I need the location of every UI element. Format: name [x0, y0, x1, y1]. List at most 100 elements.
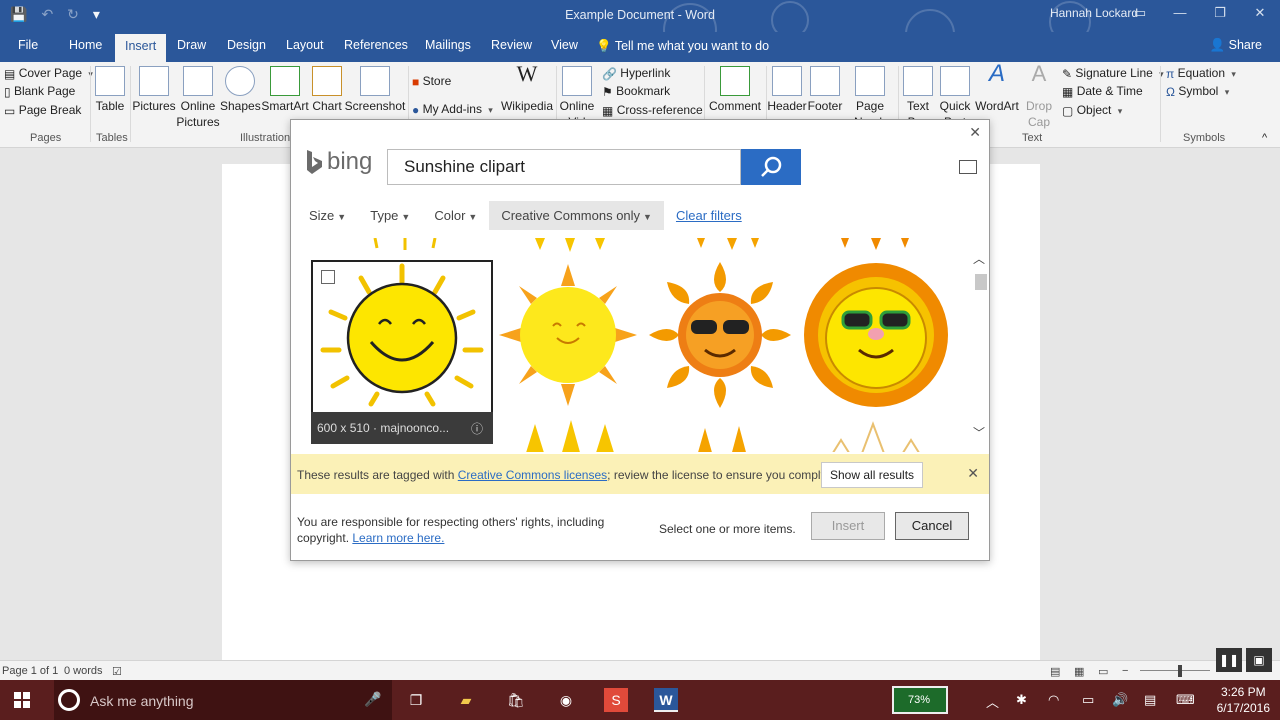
smartart-button[interactable]: SmartArt — [260, 66, 310, 114]
zoom-slider[interactable] — [1140, 670, 1210, 671]
cancel-button[interactable]: Cancel — [895, 512, 969, 540]
word-app-icon[interactable]: W — [654, 688, 678, 712]
scroll-up-icon[interactable]: ︿ — [973, 250, 985, 267]
result-thumbnail[interactable] — [315, 238, 489, 254]
filter-color[interactable]: Color ▼ — [434, 208, 477, 223]
date-time-button[interactable]: ▦ Date & Time — [1062, 84, 1143, 99]
dismiss-notice-icon[interactable]: ✕ — [967, 465, 979, 482]
blank-page-button[interactable]: ▯ Blank Page — [4, 84, 75, 99]
cross-reference-button[interactable]: ▦ Cross-reference — [602, 103, 703, 118]
search-input[interactable]: Sunshine clipart — [387, 149, 741, 185]
dialog-close-icon[interactable]: ✕ — [969, 124, 981, 141]
result-thumbnail[interactable] — [495, 260, 641, 410]
filter-size[interactable]: Size ▼ — [309, 208, 346, 223]
tab-references[interactable]: References — [344, 38, 408, 52]
comment-button[interactable]: Comment — [706, 66, 764, 114]
volume-icon[interactable]: 🔊 — [1112, 692, 1128, 708]
scroll-down-icon[interactable]: ﹀ — [973, 424, 985, 441]
zoom-slider-thumb[interactable] — [1178, 665, 1182, 677]
clear-filters-link[interactable]: Clear filters — [676, 208, 742, 223]
ribbon-options-icon[interactable]: ▭ — [1120, 0, 1160, 28]
scrollbar-thumb[interactable] — [975, 274, 987, 290]
store-button[interactable]: ■ Store — [412, 74, 451, 89]
tab-draw[interactable]: Draw — [177, 38, 206, 52]
battery-indicator[interactable]: 73% — [892, 686, 948, 714]
web-layout-icon[interactable]: ▭ — [1098, 665, 1108, 678]
collapse-ribbon-icon[interactable]: ^ — [1262, 132, 1267, 144]
share-button[interactable]: 👤 Share — [1210, 38, 1262, 53]
tab-mailings[interactable]: Mailings — [425, 38, 471, 52]
result-thumbnail[interactable] — [647, 238, 793, 254]
snagit-icon[interactable]: S — [604, 688, 628, 712]
wifi-icon[interactable]: ◠ — [1048, 692, 1059, 708]
battery-icon[interactable]: ▭ — [1082, 692, 1094, 708]
chart-button[interactable]: Chart — [310, 66, 344, 114]
insert-button[interactable]: Insert — [811, 512, 885, 540]
tell-me-box[interactable]: 💡 Tell me what you want to do — [596, 39, 769, 54]
filter-type[interactable]: Type ▼ — [370, 208, 410, 223]
tab-file[interactable]: File — [18, 38, 38, 52]
table-button[interactable]: Table — [94, 66, 126, 114]
show-all-results-button[interactable]: Show all results — [821, 462, 924, 488]
result-thumbnail[interactable] — [801, 260, 951, 410]
results-scrollbar[interactable]: ︿ ﹀ — [973, 250, 987, 440]
store-app-icon[interactable]: 🛍 — [504, 688, 528, 712]
tab-view[interactable]: View — [551, 38, 578, 52]
header-button[interactable]: Header — [766, 66, 808, 114]
bookmark-button[interactable]: ⚑ Bookmark — [602, 84, 670, 99]
object-button[interactable]: ▢ Object ▾ — [1062, 103, 1122, 118]
my-addins-button[interactable]: ● My Add-ins ▾ — [412, 102, 493, 117]
maximize-icon[interactable]: ❐ — [1200, 0, 1240, 28]
tab-layout[interactable]: Layout — [286, 38, 324, 52]
result-thumbnail-selected[interactable]: 600 x 510 · majnoonco... ⓘ — [311, 260, 493, 444]
keyboard-icon[interactable]: ⌨ — [1176, 692, 1195, 708]
screenshot-button[interactable]: Screenshot — [344, 66, 406, 114]
online-pictures-button[interactable]: Online Pictures — [176, 66, 220, 130]
notifications-icon[interactable]: ▤ — [1144, 692, 1156, 708]
picture-in-picture-icon[interactable]: ▣ — [1246, 648, 1272, 672]
result-thumbnail[interactable] — [495, 416, 641, 452]
result-thumbnail[interactable] — [801, 238, 951, 254]
page-count[interactable]: Page 1 of 1 — [2, 665, 58, 677]
file-explorer-icon[interactable]: ▰ — [454, 688, 478, 712]
wikipedia-button[interactable]: W Wikipedia — [500, 63, 554, 114]
settings-icon[interactable]: ✱ — [1016, 692, 1027, 708]
show-hidden-icons[interactable]: ︿ — [986, 692, 999, 711]
result-thumbnail[interactable] — [801, 416, 951, 452]
result-thumbnail[interactable] — [647, 260, 793, 410]
zoom-out-icon[interactable]: − — [1122, 665, 1128, 677]
print-layout-icon[interactable]: ▦ — [1074, 665, 1084, 678]
result-thumbnail[interactable] — [495, 238, 641, 254]
system-clock[interactable]: 3:26 PM 6/17/2016 — [1217, 684, 1270, 716]
minimize-icon[interactable]: — — [1160, 0, 1200, 28]
tab-home[interactable]: Home — [69, 38, 102, 52]
feedback-icon[interactable] — [959, 160, 977, 174]
tab-design[interactable]: Design — [227, 38, 266, 52]
cortana-search-box[interactable]: Ask me anything 🎤 — [54, 680, 392, 720]
tab-insert[interactable]: Insert — [115, 34, 167, 62]
task-view-icon[interactable]: ❐ — [404, 688, 428, 712]
close-icon[interactable]: ✕ — [1240, 0, 1280, 28]
word-count[interactable]: 0 words — [64, 665, 103, 677]
wordart-button[interactable]: A WordArt — [972, 62, 1022, 114]
pause-icon[interactable]: ❚❚ — [1216, 648, 1242, 672]
filter-license[interactable]: Creative Commons only ▼ — [489, 200, 664, 230]
creative-commons-link[interactable]: Creative Commons licenses — [458, 468, 607, 482]
info-icon[interactable]: ⓘ — [471, 420, 483, 437]
microphone-icon[interactable]: 🎤 — [364, 691, 381, 708]
shapes-button[interactable]: Shapes — [220, 66, 261, 114]
cover-page-button[interactable]: ▤ Cover Page ▾ — [4, 66, 93, 81]
signature-line-button[interactable]: ✎ Signature Line ▾ — [1062, 66, 1164, 81]
footer-button[interactable]: Footer — [806, 66, 844, 114]
windows-start-icon[interactable] — [14, 692, 30, 708]
drop-cap-button[interactable]: A Drop Cap — [1022, 63, 1056, 130]
read-mode-icon[interactable]: ▤ — [1050, 665, 1060, 678]
equation-button[interactable]: π Equation ▾ — [1166, 66, 1236, 81]
result-checkbox[interactable] — [321, 270, 335, 284]
hyperlink-button[interactable]: 🔗 Hyperlink — [602, 66, 670, 81]
result-thumbnail[interactable] — [647, 416, 793, 452]
tab-review[interactable]: Review — [491, 38, 532, 52]
chrome-icon[interactable]: ◉ — [554, 688, 578, 712]
learn-more-link[interactable]: Learn more here. — [352, 531, 444, 545]
proofing-icon[interactable]: ☑ — [112, 665, 122, 678]
